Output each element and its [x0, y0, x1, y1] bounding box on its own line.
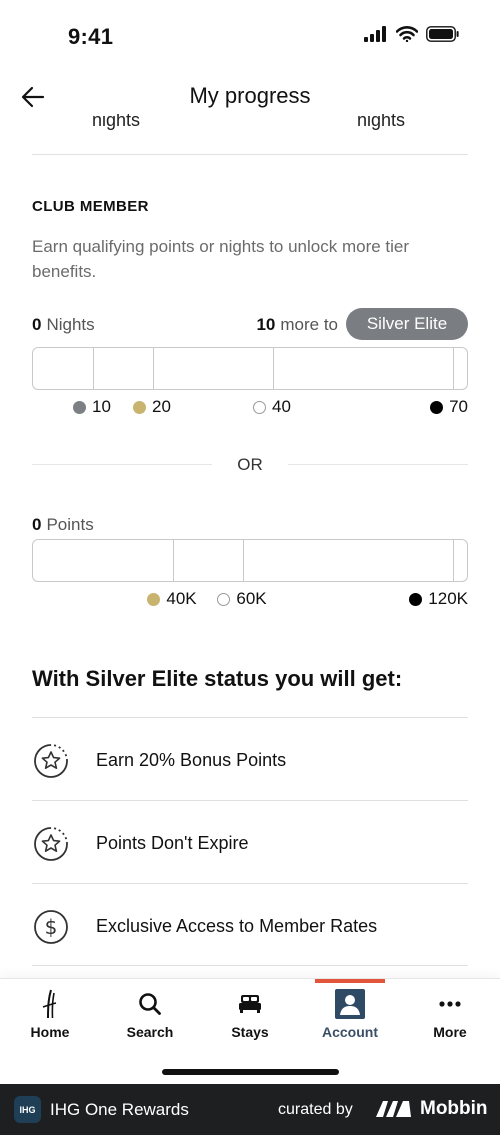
nights-milestone: 20	[133, 397, 171, 417]
benefit-label: Earn 20% Bonus Points	[96, 750, 287, 770]
benefit-label: Points Don't Expire	[96, 833, 249, 853]
points-milestone-tick	[453, 540, 454, 581]
cutoff-text-left: nights	[92, 114, 141, 130]
benefits-title: With Silver Elite status you will get:	[32, 666, 403, 691]
bottom-tab-bar: Home Search Stays Account More	[0, 978, 500, 1084]
battery-icon	[426, 26, 459, 42]
nights-milestone-dot	[430, 400, 444, 414]
nights-milestone-label: 10	[92, 397, 111, 416]
ihg-logo-icon	[35, 989, 65, 1019]
page-title: My progress	[189, 83, 311, 108]
points-milestone-label: 60K	[236, 589, 267, 608]
nights-milestone-tick	[153, 348, 154, 389]
status-bar: 9:41	[0, 0, 500, 70]
benefit-label: Exclusive Access to Member Rates	[96, 916, 378, 936]
wifi-icon	[396, 26, 418, 42]
dollar-circle-icon: $	[34, 910, 68, 944]
nights-milestone: 70	[430, 397, 468, 417]
nights-milestone-dot	[253, 400, 267, 414]
account-icon	[335, 989, 365, 1019]
nights-milestone: 10	[73, 397, 111, 417]
more-dots-icon	[435, 989, 465, 1019]
benefit-item: $ Exclusive Access to Member Rates	[32, 883, 468, 966]
benefit-item: Earn 20% Bonus Points	[32, 717, 468, 800]
footer-bar: IHG IHG One Rewards curated by Mobbin	[0, 1084, 500, 1135]
tab-stays-label: Stays	[231, 1024, 269, 1040]
nights-milestone-tick	[273, 348, 274, 389]
or-label: OR	[237, 455, 263, 474]
points-milestone-dot	[147, 592, 161, 606]
or-divider: OR	[32, 452, 468, 476]
nights-summary: 0 Nights 10 more to Silver Elite	[32, 308, 468, 340]
points-milestone-tick	[173, 540, 174, 581]
nights-milestone-dot	[73, 400, 87, 414]
nights-milestone-label: 40	[272, 397, 291, 416]
star-badge-icon	[34, 827, 68, 861]
footer-curated-by: curated by	[278, 1101, 353, 1118]
benefit-list: Earn 20% Bonus Points Points Don't Expir…	[32, 717, 468, 966]
nights-milestone-label: 20	[152, 397, 171, 416]
tab-more-label: More	[433, 1024, 467, 1040]
points-milestone-dot	[409, 592, 423, 606]
points-milestone-dot	[217, 592, 231, 606]
status-time: 9:41	[68, 24, 114, 49]
points-count-label: 0 Points	[32, 515, 94, 535]
tab-stays[interactable]: Stays	[200, 979, 300, 1049]
section-divider	[32, 154, 468, 155]
nights-milestone-tick	[93, 348, 94, 389]
cutoff-text-right: nights	[357, 114, 406, 130]
star-badge-icon	[34, 744, 68, 778]
footer-brand: Mobbin	[420, 1098, 488, 1119]
tab-account-label: Account	[322, 1024, 378, 1040]
points-milestone: 60K	[217, 589, 267, 609]
nights-milestone-label: 70	[449, 397, 468, 416]
mobbin-logo-icon	[376, 1101, 411, 1117]
nights-count-label: 0 Nights	[32, 315, 95, 335]
nights-milestone-dot	[133, 400, 147, 414]
tab-home-label: Home	[30, 1024, 70, 1040]
benefit-item: Points Don't Expire	[32, 800, 468, 883]
more-to-text: more to	[280, 315, 338, 334]
tab-search-label: Search	[126, 1024, 174, 1040]
search-icon	[135, 989, 165, 1019]
points-count: 0	[32, 515, 42, 534]
tab-more[interactable]: More	[400, 979, 500, 1049]
nights-remaining: 10 more to	[256, 315, 338, 335]
points-progress-bar	[32, 539, 468, 582]
footer-app-name: IHG One Rewards	[50, 1100, 189, 1119]
previous-section-cutoff: nights nights	[0, 114, 500, 154]
tier-description: Earn qualifying points or nights to unlo…	[32, 237, 410, 281]
nights-progress-bar	[32, 347, 468, 390]
home-indicator[interactable]	[162, 1069, 339, 1075]
target-tier-badge: Silver Elite	[346, 308, 468, 340]
points-summary: 0 Points	[32, 508, 468, 540]
points-milestone: 40K	[147, 589, 197, 609]
nights-unit: Nights	[46, 315, 95, 334]
tab-search[interactable]: Search	[100, 979, 200, 1049]
tab-home[interactable]: Home	[0, 979, 100, 1049]
nights-count: 0	[32, 315, 42, 334]
points-milestones: 40K 60K 120K	[32, 589, 468, 611]
tier-label: CLUB MEMBER	[32, 198, 149, 215]
tab-account[interactable]: Account	[300, 979, 400, 1049]
or-line-right	[288, 464, 468, 465]
bed-icon	[235, 989, 265, 1019]
points-milestone-label: 40K	[166, 589, 197, 608]
app-logo: IHG	[14, 1096, 41, 1123]
points-unit: Points	[46, 515, 94, 534]
nights-remaining-count: 10	[256, 315, 276, 334]
nights-milestone: 40	[253, 397, 291, 417]
nights-milestones: 10 20 40 70	[32, 397, 468, 419]
points-milestone-tick	[243, 540, 244, 581]
nights-milestone-tick	[453, 348, 454, 389]
cellular-signal-icon	[364, 26, 386, 42]
svg-text:$: $	[45, 915, 58, 939]
points-milestone: 120K	[409, 589, 468, 609]
points-milestone-label: 120K	[428, 589, 468, 608]
status-icons	[364, 26, 460, 42]
